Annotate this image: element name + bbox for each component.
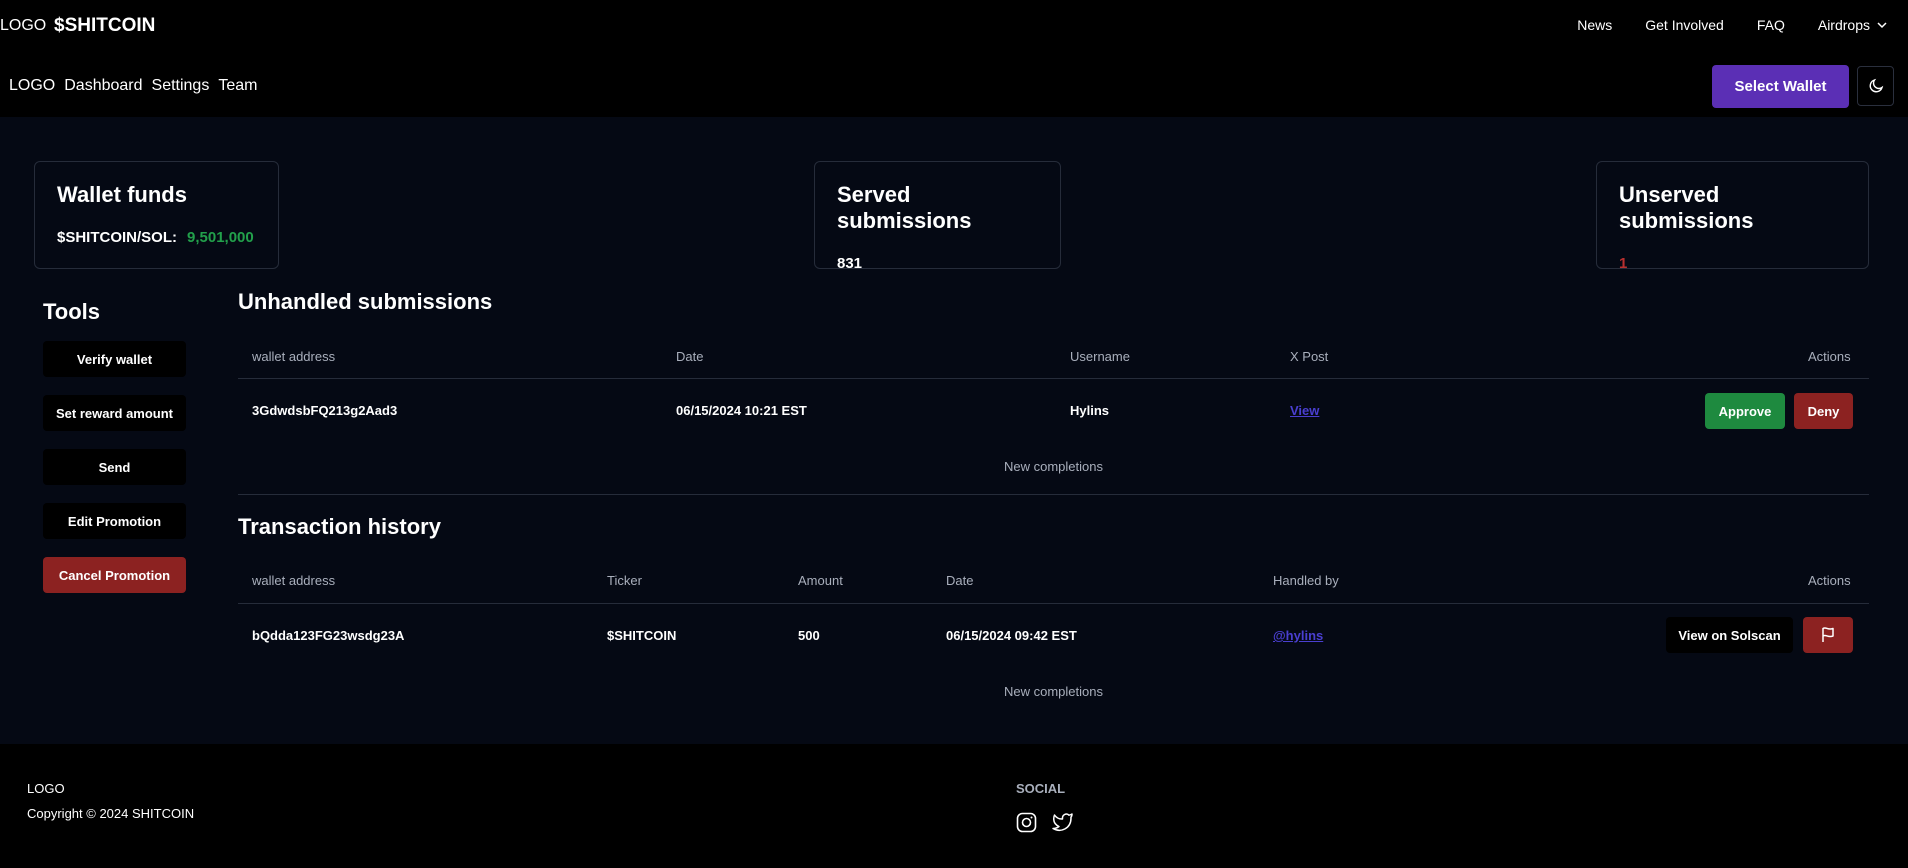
flag-button[interactable]	[1803, 617, 1853, 653]
top-nav: News Get Involved FAQ Airdrops	[1544, 17, 1888, 33]
approve-button[interactable]: Approve	[1705, 393, 1785, 429]
history-row-ticker: $SHITCOIN	[607, 628, 677, 643]
history-row-wallet: bQdda123FG23wsdg23A	[252, 628, 405, 643]
served-submissions-value: 831	[837, 255, 863, 272]
footer-social-label: SOCIAL	[1016, 781, 1066, 796]
wallet-funds-card: Wallet funds $SHITCOIN/SOL: 9,501,000	[34, 161, 279, 269]
logo[interactable]: LOGO	[0, 17, 46, 35]
served-submissions-card: Served submissions 831	[814, 161, 1061, 272]
unserved-submissions-card: Unserved submissions 1	[1596, 161, 1869, 272]
brand-name[interactable]: $SHITCOIN	[54, 15, 155, 37]
send-button[interactable]: Send	[43, 449, 186, 485]
wallet-funds-label: $SHITCOIN/SOL:	[57, 229, 178, 246]
tools-title: Tools	[43, 299, 101, 324]
social-icons	[1016, 812, 1087, 833]
footer: LOGO Copyright © 2024 SHITCOIN SOCIAL	[0, 744, 1908, 868]
subnav-team[interactable]: Team	[218, 77, 257, 95]
nav-get-involved[interactable]: Get Involved	[1645, 17, 1724, 33]
row-wallet: 3GdwdsbFQ213g2Aad3	[252, 403, 398, 418]
footer-logo[interactable]: LOGO	[27, 781, 65, 796]
set-reward-amount-button[interactable]: Set reward amount	[43, 395, 186, 431]
view-on-solscan-button[interactable]: View on Solscan	[1666, 617, 1793, 653]
unhandled-header-date: Date	[676, 349, 704, 364]
unhandled-header-wallet: wallet address	[252, 349, 336, 364]
unhandled-submissions-title: Unhandled submissions	[238, 289, 493, 314]
history-header-actions: Actions	[1808, 573, 1851, 588]
wallet-funds-row: $SHITCOIN/SOL: 9,501,000	[57, 229, 256, 246]
theme-toggle-button[interactable]	[1857, 66, 1894, 106]
unhandled-new-completions: New completions	[1004, 459, 1103, 474]
nav-faq[interactable]: FAQ	[1757, 17, 1785, 33]
history-row-handled-by-link[interactable]: @hylins	[1273, 628, 1323, 643]
top-bar: LOGO $SHITCOIN News Get Involved FAQ Air…	[0, 0, 1908, 52]
footer-copyright: Copyright © 2024 SHITCOIN	[27, 806, 195, 821]
tools-panel: Tools Verify wallet Set reward amount Se…	[43, 297, 186, 611]
unserved-submissions-title: Unserved submissions	[1619, 182, 1754, 233]
row-username: Hylins	[1070, 403, 1110, 418]
select-wallet-button[interactable]: Select Wallet	[1712, 65, 1849, 108]
served-submissions-title: Served submissions	[837, 182, 972, 233]
wallet-funds-title: Wallet funds	[57, 182, 187, 207]
unserved-submissions-value: 1	[1619, 255, 1628, 272]
moon-icon	[1869, 78, 1883, 93]
wallet-funds-value: 9,501,000	[187, 229, 254, 246]
unhandled-header-xpost: X Post	[1290, 349, 1329, 364]
flag-icon	[1822, 627, 1834, 642]
nav-airdrops-label: Airdrops	[1817, 17, 1870, 33]
unhandled-header-actions: Actions	[1808, 349, 1851, 364]
sub-nav: LOGO Dashboard Settings Team	[9, 77, 266, 95]
divider	[238, 494, 1869, 495]
history-new-completions: New completions	[1004, 684, 1103, 699]
subnav-dashboard[interactable]: Dashboard	[64, 77, 142, 95]
deny-button[interactable]: Deny	[1794, 393, 1853, 429]
history-row-date: 06/15/2024 09:42 EST	[946, 628, 1077, 643]
subnav-logo[interactable]: LOGO	[9, 77, 55, 95]
unhandled-header-username: Username	[1070, 349, 1130, 364]
sub-bar: LOGO Dashboard Settings Team Select Wall…	[0, 52, 1908, 117]
instagram-icon[interactable]	[1016, 812, 1037, 833]
nav-news[interactable]: News	[1577, 17, 1612, 33]
chevron-down-icon	[1877, 22, 1887, 29]
transaction-history-title: Transaction history	[238, 514, 441, 539]
history-header-ticker: Ticker	[607, 573, 642, 588]
subnav-settings[interactable]: Settings	[152, 77, 210, 95]
nav-airdrops[interactable]: Airdrops	[1818, 17, 1888, 33]
divider	[238, 603, 1869, 604]
row-date: 06/15/2024 10:21 EST	[676, 403, 807, 418]
twitter-icon[interactable]	[1051, 812, 1073, 833]
history-row-amount: 500	[798, 628, 820, 643]
history-header-date: Date	[946, 573, 974, 588]
verify-wallet-button[interactable]: Verify wallet	[43, 341, 186, 377]
history-header-wallet: wallet address	[252, 573, 336, 588]
history-header-amount: Amount	[798, 573, 843, 588]
edit-promotion-button[interactable]: Edit Promotion	[43, 503, 186, 539]
history-header-handled-by: Handled by	[1273, 573, 1339, 588]
cancel-promotion-button[interactable]: Cancel Promotion	[43, 557, 186, 593]
row-xpost-link[interactable]: View	[1290, 403, 1319, 418]
divider	[238, 378, 1869, 379]
